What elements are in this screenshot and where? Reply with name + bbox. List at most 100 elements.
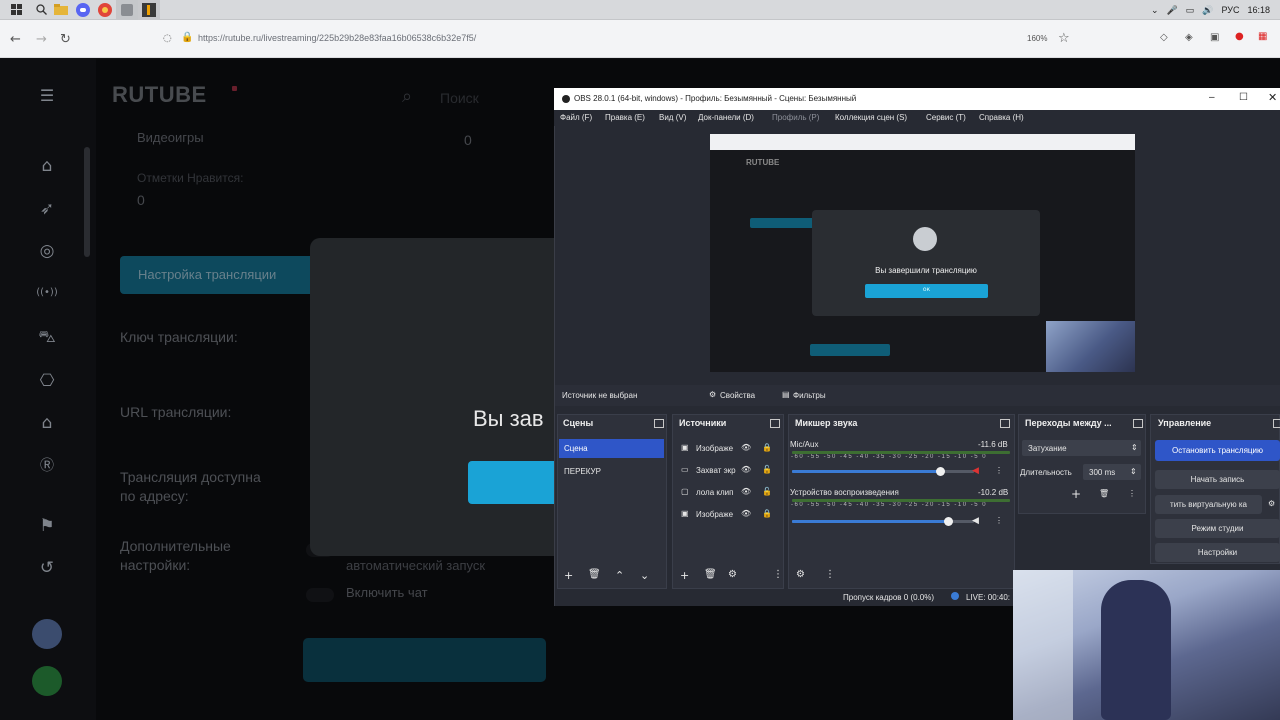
sidebar-scrollbar[interactable] [84, 147, 90, 257]
globe-icon[interactable]: ◎ [36, 240, 58, 262]
menu-tools[interactable]: Сервис (T) [926, 113, 966, 122]
lock-icon[interactable]: 🔒 [762, 443, 772, 452]
windows-start-icon[interactable] [7, 2, 25, 18]
unlock-icon[interactable]: 🔓 [762, 465, 772, 474]
stop-stream-button[interactable]: Остановить трансляцию [1155, 440, 1280, 461]
gear-icon[interactable]: ⚙ [709, 390, 716, 399]
undock-icon[interactable] [1133, 419, 1143, 428]
forward-arrow-icon[interactable]: → [36, 32, 47, 47]
browser-icon[interactable] [94, 0, 116, 20]
hamburger-menu-icon[interactable]: ☰ [36, 85, 58, 107]
close-icon[interactable]: ✕ [1268, 91, 1277, 104]
active-app-icon[interactable] [116, 0, 138, 20]
remove-scene-icon[interactable]: 🗑 [588, 569, 601, 580]
file-explorer-icon[interactable] [50, 0, 72, 20]
lock-icon[interactable]: 🔒 [181, 32, 193, 43]
zoom-level[interactable]: 160% [1027, 34, 1047, 43]
visibility-eye-icon[interactable]: 👁 [741, 487, 751, 496]
lock-icon[interactable]: 🔒 [762, 509, 772, 518]
volume-slider-handle[interactable] [944, 517, 953, 526]
obs-preview[interactable]: RUTUBE Вы завершили трансляцию ок [710, 134, 1135, 372]
add-scene-icon[interactable]: + [564, 569, 573, 582]
history-icon[interactable]: ↺ [36, 557, 58, 579]
avatar[interactable] [32, 666, 62, 696]
vpn-icon[interactable]: ◈ [1185, 32, 1193, 43]
scene-item-active[interactable]: Сцена [559, 439, 664, 458]
add-source-icon[interactable]: + [680, 569, 689, 582]
list-item[interactable]: ▢ лола клип 👁 🔓 [680, 485, 780, 501]
speaker-muted-icon[interactable]: ◀ [972, 466, 979, 476]
move-up-icon[interactable]: ⌃ [615, 569, 624, 582]
menu-scene-collection[interactable]: Коллекция сцен (S) [835, 113, 907, 122]
live-icon[interactable]: ((•)) [36, 282, 58, 304]
more-options-icon[interactable]: ⋮ [995, 516, 1003, 525]
scene-item-label[interactable]: ПЕРЕКУР [564, 467, 601, 476]
profile-icon[interactable]: ● [1235, 31, 1244, 42]
obs-taskbar-icon[interactable] [138, 0, 160, 20]
volume-slider-handle[interactable] [936, 467, 945, 476]
undock-icon[interactable] [770, 419, 780, 428]
filter-icon[interactable]: ▤ [782, 390, 790, 399]
studio-mode-button[interactable]: Режим студии [1155, 519, 1280, 538]
rocket-icon[interactable]: ➶ [36, 198, 58, 220]
shield-icon[interactable]: ◌ [163, 33, 172, 44]
url-field[interactable]: https://rutube.ru/livestreaming/225b29b2… [198, 33, 476, 43]
list-item[interactable]: ▣ Изображе 👁 🔒 [680, 507, 780, 523]
mixer-settings-icon[interactable]: ⚙ [796, 569, 805, 580]
reload-icon[interactable]: ↻ [60, 32, 71, 47]
discord-icon[interactable] [72, 0, 94, 20]
back-arrow-icon[interactable]: ← [10, 32, 21, 47]
add-icon[interactable]: + [1071, 487, 1081, 501]
modal-ok-button[interactable] [468, 461, 560, 504]
visibility-eye-icon[interactable]: 👁 [741, 465, 751, 474]
duration-spinbox[interactable]: 300 ms ⇕ [1083, 464, 1141, 480]
menu-file[interactable]: Файл (F) [560, 113, 592, 122]
language-indicator[interactable]: РУС [1221, 5, 1239, 15]
maximize-icon[interactable]: ☐ [1239, 92, 1248, 103]
addon-icon[interactable]: ▦ [1258, 31, 1267, 42]
properties-button[interactable]: Свойства [720, 391, 755, 400]
visibility-eye-icon[interactable]: 👁 [741, 509, 751, 518]
settings-button[interactable]: Настройки [1155, 543, 1280, 562]
visibility-eye-icon[interactable]: 👁 [741, 443, 751, 452]
list-item[interactable]: ▣ Изображе 👁 🔒 [680, 441, 780, 457]
chevron-up-icon[interactable]: ⌄ [1151, 5, 1159, 16]
search-icon[interactable] [32, 2, 50, 18]
clock[interactable]: 16:18 [1247, 5, 1270, 15]
bookmark-icon[interactable]: ⚑ [36, 515, 58, 537]
list-item[interactable]: ▭ Захват экр 👁 🔓 [680, 463, 780, 479]
network-icon[interactable]: ▭ [1186, 5, 1195, 16]
more-options-icon[interactable]: ⋮ [773, 569, 783, 580]
menu-docks[interactable]: Док-панели (D) [698, 113, 754, 122]
pocket-icon[interactable]: ◇ [1160, 32, 1168, 43]
menu-profile[interactable]: Профиль (P) [772, 113, 819, 122]
virtual-camera-button[interactable]: тить виртуальную ка [1155, 495, 1262, 514]
menu-help[interactable]: Справка (H) [979, 113, 1024, 122]
bookmark-star-icon[interactable]: ☆ [1058, 31, 1070, 46]
gear-icon[interactable]: ⚙ [1268, 499, 1275, 508]
undock-icon[interactable] [654, 419, 664, 428]
extension-icon[interactable]: ▣ [1210, 32, 1219, 43]
avatar[interactable] [32, 619, 62, 649]
car-icon[interactable]: ⛍ [36, 326, 58, 348]
more-options-icon[interactable]: ⋮ [995, 466, 1003, 475]
move-down-icon[interactable]: ⌄ [640, 569, 649, 582]
remove-source-icon[interactable]: 🗑 [704, 569, 717, 580]
source-settings-icon[interactable]: ⚙ [728, 569, 737, 580]
undock-icon[interactable] [1000, 419, 1010, 428]
transition-select[interactable]: Затухание ⇕ [1022, 440, 1141, 456]
more-options-icon[interactable]: ⋮ [1128, 489, 1136, 498]
minimize-icon[interactable]: – [1209, 92, 1215, 103]
more-options-icon[interactable]: ⋮ [825, 569, 835, 580]
menu-edit[interactable]: Правка (E) [605, 113, 645, 122]
home-icon[interactable]: ⌂ [36, 155, 58, 177]
unlock-icon[interactable]: 🔓 [762, 487, 772, 496]
trash-icon[interactable]: 🗑 [1099, 489, 1109, 498]
menu-view[interactable]: Вид (V) [659, 113, 686, 122]
microphone-icon[interactable]: 🎤 [1166, 5, 1177, 16]
start-recording-button[interactable]: Начать запись [1155, 470, 1280, 489]
undock-icon[interactable] [1273, 419, 1280, 428]
graduation-cap-icon[interactable]: ⌂ [36, 412, 58, 434]
filters-button[interactable]: Фильтры [793, 391, 826, 400]
r-icon[interactable]: Ⓡ [36, 455, 58, 477]
